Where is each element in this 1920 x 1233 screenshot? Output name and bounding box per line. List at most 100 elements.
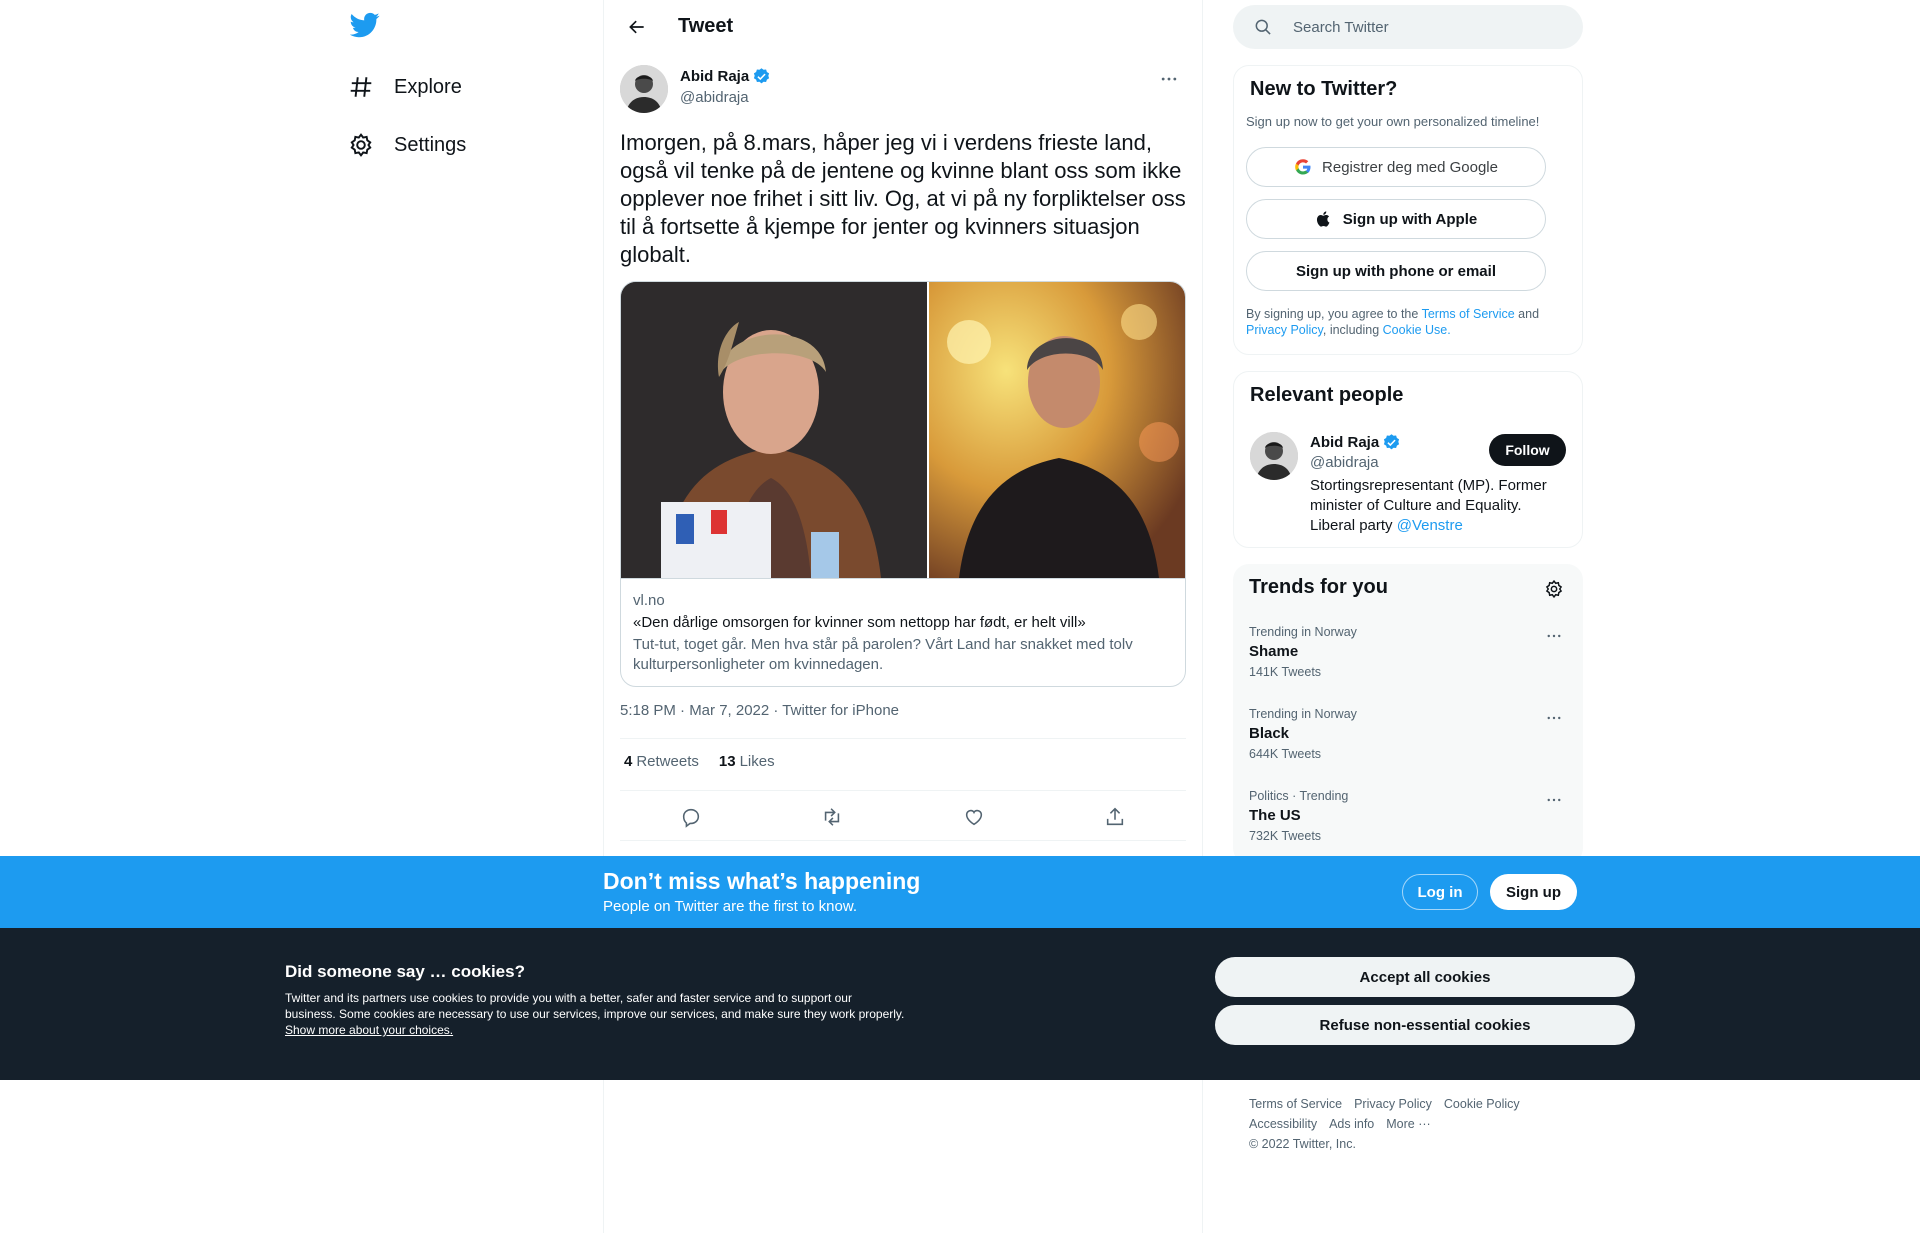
- trend-count: 644K Tweets: [1249, 747, 1322, 761]
- google-signup-button[interactable]: Registrer deg med Google: [1246, 147, 1546, 187]
- tweet-header: Tweet: [604, 0, 1202, 53]
- reply-icon[interactable]: [674, 800, 708, 834]
- tweet-actions: [620, 800, 1186, 834]
- author-name[interactable]: Abid Raja: [680, 67, 771, 86]
- search-icon: [1255, 19, 1271, 35]
- apple-signup-label: Sign up with Apple: [1342, 210, 1478, 228]
- twitter-bird-icon[interactable]: [349, 10, 382, 42]
- trend-item[interactable]: Trending in Norway Black 644K Tweets: [1249, 706, 1569, 774]
- divider: [620, 840, 1186, 841]
- signup-legal-text: By signing up, you agree to the Terms of…: [1246, 306, 1566, 338]
- cookie-choices-link[interactable]: Show more about your choices.: [285, 1023, 453, 1037]
- panel-subtitle: Sign up now to get your own personalized…: [1246, 114, 1540, 129]
- card-title: «Den dårlige omsorgen for kvinner som ne…: [633, 614, 1086, 631]
- tweet-timestamp[interactable]: 5:18 PM · Mar 7, 2022 · Twitter for iPho…: [620, 702, 899, 719]
- search-input[interactable]: [1293, 18, 1553, 36]
- person-name[interactable]: Abid Raja: [1310, 433, 1401, 452]
- card-image: [621, 282, 1185, 578]
- person-name-text: Abid Raja: [1310, 434, 1380, 451]
- person-handle[interactable]: @abidraja: [1310, 454, 1379, 471]
- tweet-author: Abid Raja @abidraja: [620, 65, 1186, 113]
- gear-icon: [348, 132, 374, 158]
- apple-logo-icon: [1316, 211, 1330, 227]
- cookie-use-link[interactable]: Cookie Use.: [1383, 323, 1451, 337]
- nav-item-explore[interactable]: Explore: [348, 62, 462, 112]
- more-options-icon[interactable]: [1539, 790, 1569, 810]
- apple-signup-button[interactable]: Sign up with Apple: [1246, 199, 1546, 239]
- nav-item-label: Explore: [394, 75, 462, 98]
- footer-link-accessibility[interactable]: Accessibility: [1249, 1117, 1317, 1131]
- nav-item-label: Settings: [394, 133, 467, 156]
- panel-title: Relevant people: [1250, 384, 1404, 406]
- relevant-people-panel: Relevant people Abid Raja @abidraja Foll…: [1233, 371, 1583, 548]
- card-description: Tut-tut, toget går. Men hva står på paro…: [633, 636, 1133, 673]
- copyright: © 2022 Twitter, Inc.: [1249, 1137, 1356, 1151]
- google-logo-icon: [1295, 159, 1311, 175]
- panel-title: Trends for you: [1249, 576, 1388, 598]
- search-bar[interactable]: [1233, 5, 1583, 49]
- login-button[interactable]: Log in: [1402, 874, 1478, 910]
- footer-link-cookie[interactable]: Cookie Policy: [1444, 1097, 1520, 1111]
- legal-text: , including: [1322, 323, 1383, 337]
- phone-email-signup-button[interactable]: Sign up with phone or email: [1246, 251, 1546, 291]
- verified-badge-icon: [754, 68, 770, 84]
- page-title: Tweet: [678, 15, 734, 37]
- refuse-cookies-button[interactable]: Refuse non-essential cookies: [1215, 1005, 1635, 1045]
- avatar[interactable]: [620, 65, 668, 113]
- footer-link-ads[interactable]: Ads info: [1329, 1117, 1374, 1131]
- follow-button[interactable]: Follow: [1489, 434, 1566, 466]
- nav-item-settings[interactable]: Settings: [348, 120, 466, 170]
- trend-count: 141K Tweets: [1249, 665, 1322, 679]
- main-column: Tweet Abid Raja @abidraja Imorgen, på 8.…: [604, 0, 1202, 841]
- retweets-count: 4: [624, 753, 633, 770]
- tweet-stats: 4 Retweets 13 Likes: [624, 753, 795, 770]
- phone-signup-label: Sign up with phone or email: [1295, 262, 1496, 280]
- card-photo-man: [929, 282, 1185, 578]
- author-handle[interactable]: @abidraja: [680, 89, 749, 106]
- new-to-twitter-panel: New to Twitter? Sign up now to get your …: [1233, 65, 1583, 355]
- trend-meta: Politics · Trending: [1249, 789, 1349, 803]
- cookie-consent-bar: Did someone say … cookies? Twitter and i…: [0, 928, 1920, 1080]
- accept-cookies-button[interactable]: Accept all cookies: [1215, 957, 1635, 997]
- link-card[interactable]: vl.no «Den dårlige omsorgen for kvinner …: [620, 281, 1186, 687]
- cookie-title: Did someone say … cookies?: [285, 962, 525, 981]
- footer-link-terms[interactable]: Terms of Service: [1249, 1097, 1342, 1111]
- terms-link[interactable]: Terms of Service: [1422, 307, 1515, 321]
- tweet-text: Imorgen, på 8.mars, håper jeg vi i verde…: [620, 130, 1186, 267]
- trend-meta: Trending in Norway: [1249, 707, 1357, 721]
- avatar[interactable]: [1250, 432, 1298, 480]
- card-domain: vl.no: [633, 592, 665, 609]
- likes-stat[interactable]: 13 Likes: [719, 753, 775, 770]
- retweets-stat[interactable]: 4 Retweets: [624, 753, 699, 770]
- trend-item[interactable]: Politics · Trending The US 732K Tweets: [1249, 788, 1569, 856]
- trend-meta: Trending in Norway: [1249, 625, 1357, 639]
- bio-mention-link[interactable]: @Venstre: [1397, 517, 1463, 534]
- signup-button[interactable]: Sign up: [1490, 874, 1577, 910]
- banner-subtitle: People on Twitter are the first to know.: [603, 898, 858, 915]
- google-signup-label: Registrer deg med Google: [1322, 158, 1498, 176]
- panel-title: New to Twitter?: [1250, 78, 1398, 100]
- retweet-icon[interactable]: [815, 800, 849, 834]
- footer-link-more[interactable]: More ···: [1386, 1117, 1430, 1131]
- verified-badge-icon: [1384, 434, 1400, 450]
- share-icon[interactable]: [1098, 800, 1132, 834]
- gear-icon[interactable]: [1543, 578, 1565, 600]
- divider: [620, 790, 1186, 791]
- like-icon[interactable]: [957, 800, 991, 834]
- trend-name: The US: [1249, 807, 1301, 824]
- cookie-text: Twitter and its partners use cookies to …: [285, 991, 905, 1021]
- back-arrow-icon[interactable]: [620, 10, 654, 44]
- trend-name: Shame: [1249, 643, 1299, 660]
- hashtag-icon: [348, 74, 374, 100]
- card-info: vl.no «Den dårlige omsorgen for kvinner …: [621, 578, 1185, 686]
- footer-links: Terms of Service Privacy Policy Cookie Pol…: [1249, 1094, 1569, 1154]
- more-options-icon[interactable]: [1539, 626, 1569, 646]
- trend-item[interactable]: Trending in Norway Shame 141K Tweets: [1249, 624, 1569, 692]
- privacy-link[interactable]: Privacy Policy: [1246, 323, 1323, 337]
- trend-count: 732K Tweets: [1249, 829, 1322, 843]
- more-options-icon[interactable]: [1152, 67, 1186, 91]
- legal-text: and: [1514, 307, 1540, 321]
- trends-panel: Trends for you Trending in Norway Shame …: [1233, 564, 1583, 864]
- more-options-icon[interactable]: [1539, 708, 1569, 728]
- footer-link-privacy[interactable]: Privacy Policy: [1354, 1097, 1432, 1111]
